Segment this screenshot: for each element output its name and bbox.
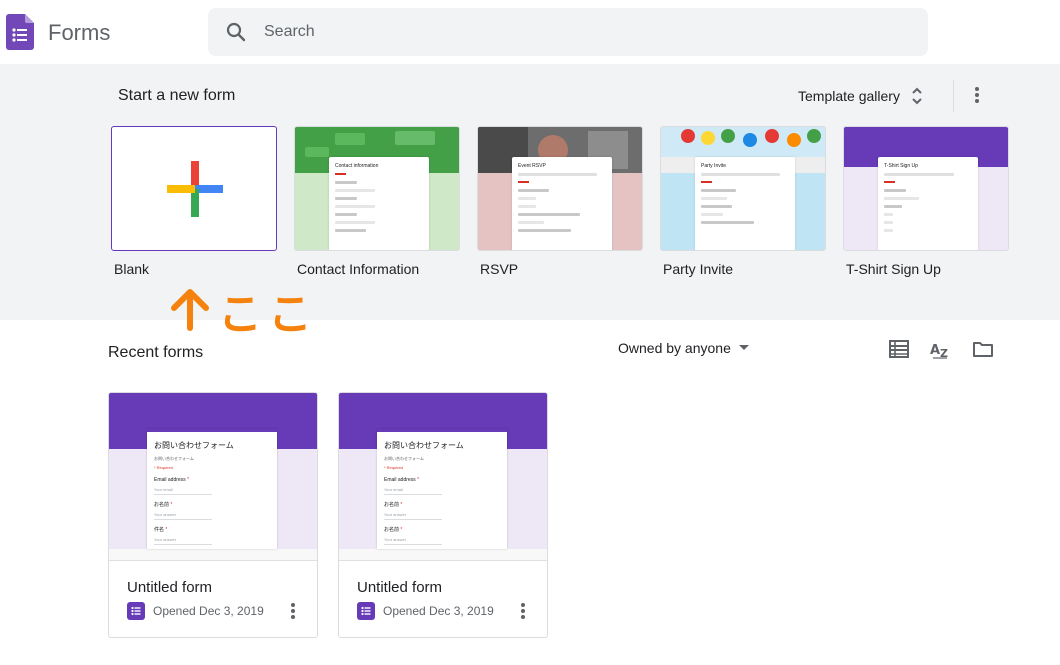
template-card-party[interactable]: Party Invite <box>660 126 826 251</box>
template-blank[interactable]: Blank <box>111 126 277 277</box>
sort-az-icon[interactable]: A Z <box>929 338 951 360</box>
form-thumbnail-preview: お問い合わせフォーム お問い合わせフォーム * Required Email a… <box>377 429 507 549</box>
forms-icon <box>357 602 375 620</box>
template-preview-title: Contact information <box>335 163 379 169</box>
form-meta: Opened Dec 3, 2019 <box>357 602 494 620</box>
template-preview-title: Party Invite <box>701 163 727 169</box>
template-section: Start a new form Template gallery Blank <box>0 64 1060 320</box>
arrow-drop-down-icon <box>738 345 749 350</box>
search-icon[interactable] <box>224 20 248 44</box>
template-preview: Event RSVP <box>512 157 612 250</box>
list-view-icon[interactable] <box>888 338 910 360</box>
template-label: Contact Information <box>297 261 420 277</box>
template-contact-information[interactable]: Contact information Contact Information <box>294 126 460 277</box>
template-label: T-Shirt Sign Up <box>846 261 941 277</box>
forms-icon <box>127 602 145 620</box>
form-meta: Opened Dec 3, 2019 <box>127 602 264 620</box>
more-vert-icon <box>521 603 525 619</box>
search-input[interactable] <box>264 8 904 56</box>
template-preview-title: Event RSVP <box>518 163 546 169</box>
template-party-invite[interactable]: Party Invite Party Invite <box>660 126 826 277</box>
recent-form-card[interactable]: お問い合わせフォーム お問い合わせフォーム * Required Email a… <box>338 392 548 638</box>
plus-icon <box>167 161 223 217</box>
svg-text:A: A <box>930 343 940 358</box>
template-tshirt-sign-up[interactable]: T-Shirt Sign Up T-Shirt Sign Up <box>843 126 1009 277</box>
template-label: Party Invite <box>663 261 734 277</box>
template-preview-title: T-Shirt Sign Up <box>884 163 918 169</box>
form-thumbnail: お問い合わせフォーム お問い合わせフォーム * Required Email a… <box>109 393 317 561</box>
template-card-contact[interactable]: Contact information <box>294 126 460 251</box>
template-label: Blank <box>114 261 150 277</box>
arrow-up-icon <box>171 289 209 331</box>
template-label: RSVP <box>480 261 519 277</box>
template-preview: Party Invite <box>695 157 795 250</box>
template-preview: T-Shirt Sign Up <box>878 157 978 250</box>
form-title[interactable]: Untitled form <box>127 579 212 596</box>
form-title[interactable]: Untitled form <box>357 579 442 596</box>
form-thumbnail-preview: お問い合わせフォーム お問い合わせフォーム * Required Email a… <box>147 429 277 549</box>
more-vert-icon <box>291 603 295 619</box>
annotation-text: ここ <box>218 289 318 340</box>
template-gallery-label: Template gallery <box>798 88 900 104</box>
folder-icon[interactable] <box>972 338 994 360</box>
app-title[interactable]: Forms <box>48 20 110 46</box>
owner-filter-dropdown[interactable]: Owned by anyone <box>618 338 749 358</box>
form-opened-date: Opened Dec 3, 2019 <box>153 604 264 618</box>
owner-filter-label: Owned by anyone <box>618 340 731 356</box>
form-more-button[interactable] <box>283 599 303 623</box>
template-preview: Contact information <box>329 157 429 250</box>
form-more-button[interactable] <box>513 599 533 623</box>
template-card-rsvp[interactable]: Event RSVP <box>477 126 643 251</box>
forms-logo-icon[interactable] <box>6 14 34 50</box>
template-gallery-button[interactable]: Template gallery <box>790 80 932 112</box>
start-new-form-title: Start a new form <box>118 87 236 104</box>
form-thumbnail: お問い合わせフォーム お問い合わせフォーム * Required Email a… <box>339 393 547 561</box>
recent-forms-title: Recent forms <box>108 344 204 361</box>
search-bar[interactable] <box>208 8 928 56</box>
recent-form-card[interactable]: お問い合わせフォーム お問い合わせフォーム * Required Email a… <box>108 392 318 638</box>
unfold-icon <box>912 87 922 105</box>
header-divider <box>953 80 954 112</box>
template-card-blank[interactable] <box>111 126 277 251</box>
template-card-tshirt[interactable]: T-Shirt Sign Up <box>843 126 1009 251</box>
template-rsvp[interactable]: Event RSVP RSVP <box>477 126 643 277</box>
more-vert-icon <box>975 87 979 103</box>
app-header: Forms <box>0 0 1060 64</box>
template-more-button[interactable] <box>962 80 992 110</box>
form-opened-date: Opened Dec 3, 2019 <box>383 604 494 618</box>
